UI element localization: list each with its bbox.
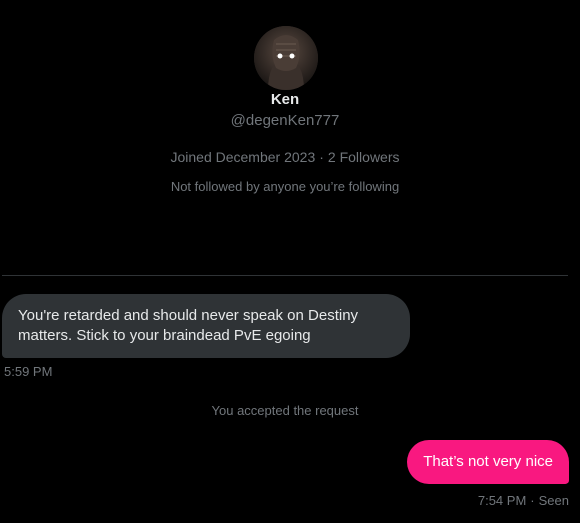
seen-status: Seen (538, 493, 569, 508)
joined-date: Joined December 2023 (170, 149, 316, 165)
meta-separator: · (319, 149, 324, 165)
profile-meta: Joined December 2023 · 2 Followers (0, 149, 570, 165)
incoming-message-bubble[interactable]: You're retarded and should never speak o… (2, 294, 410, 358)
outgoing-message-bubble[interactable]: That’s not very nice (407, 440, 569, 484)
status-separator: · (530, 493, 535, 508)
outgoing-message-status: 7:54 PM · Seen (478, 493, 569, 508)
followers-count[interactable]: 2 Followers (328, 149, 400, 165)
profile-handle[interactable]: @degenKen777 (0, 112, 570, 129)
profile-name[interactable]: Ken (0, 91, 570, 108)
divider (2, 275, 568, 276)
outgoing-message-time: 7:54 PM (477, 493, 527, 508)
avatar[interactable] (254, 26, 318, 90)
system-message: You accepted the request (211, 403, 359, 418)
incoming-message-time: 5:59 PM (4, 364, 53, 379)
follow-note: Not followed by anyone you’re following (170, 179, 400, 194)
